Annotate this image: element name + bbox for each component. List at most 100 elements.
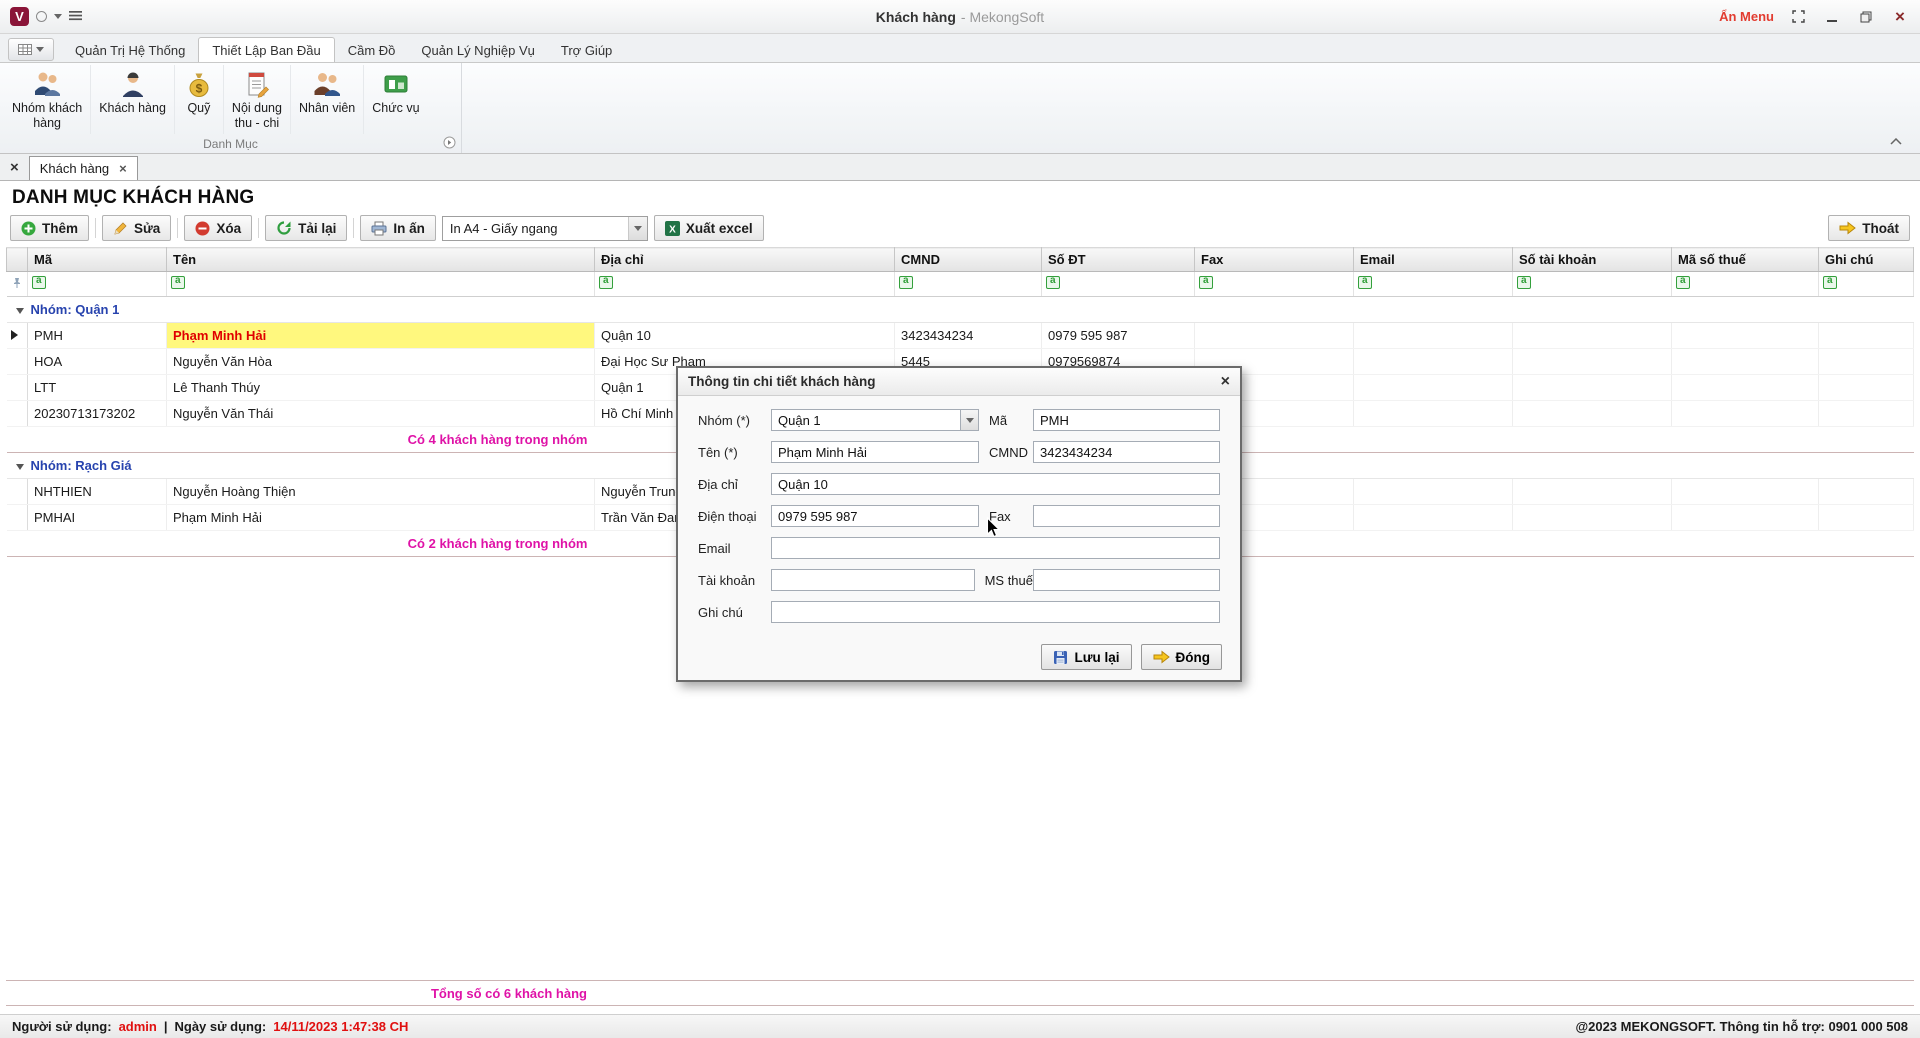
filter-cell-cmnd[interactable]	[895, 272, 1042, 297]
name-field[interactable]	[771, 441, 979, 463]
col-header-diachi[interactable]: Địa chỉ	[595, 248, 895, 272]
note-field[interactable]	[771, 601, 1220, 623]
filter-cell-fax[interactable]	[1195, 272, 1354, 297]
exit-button[interactable]: Thoát	[1828, 215, 1910, 241]
ribbon-item-nhan-vien[interactable]: Nhân viên	[291, 65, 364, 134]
ribbon-tab-cam-do[interactable]: Cầm Đồ	[335, 38, 409, 62]
cell-ten[interactable]: Lê Thanh Thúy	[167, 375, 595, 401]
cell-fax[interactable]	[1195, 323, 1354, 349]
cell-ghichu[interactable]	[1819, 349, 1914, 375]
cell-email[interactable]	[1354, 479, 1513, 505]
email-field[interactable]	[771, 537, 1220, 559]
col-header-email[interactable]: Email	[1354, 248, 1513, 272]
cell-cmnd[interactable]: 3423434234	[895, 323, 1042, 349]
group-dropdown[interactable]	[771, 409, 979, 431]
collapse-group-icon[interactable]	[16, 308, 24, 314]
cell-mst[interactable]	[1672, 505, 1819, 531]
cell-stk[interactable]	[1513, 375, 1672, 401]
dropdown-arrow-icon[interactable]	[960, 409, 979, 431]
address-field[interactable]	[771, 473, 1220, 495]
cmnd-field[interactable]	[1033, 441, 1220, 463]
filter-cell-diachi[interactable]	[595, 272, 895, 297]
cell-ma[interactable]: 20230713173202	[28, 401, 167, 427]
cell-ma[interactable]: PMH	[28, 323, 167, 349]
quick-access-caret-icon[interactable]	[54, 14, 62, 19]
filter-cell-mst[interactable]	[1672, 272, 1819, 297]
cell-mst[interactable]	[1672, 323, 1819, 349]
cell-ten[interactable]: Phạm Minh Hải	[167, 505, 595, 531]
add-button[interactable]: Thêm	[10, 215, 89, 241]
cell-mst[interactable]	[1672, 401, 1819, 427]
cell-ten[interactable]: Nguyễn Hoàng Thiện	[167, 479, 595, 505]
cell-ma[interactable]: LTT	[28, 375, 167, 401]
export-excel-button[interactable]: X Xuất excel	[654, 215, 764, 241]
group-dialog-launcher-icon[interactable]	[443, 136, 456, 152]
ribbon-item-chuc-vu[interactable]: Chức vụ	[364, 65, 427, 134]
ribbon-tab-thiet-lap-ban-dau[interactable]: Thiết Lập Ban Đầu	[198, 37, 334, 63]
fax-field[interactable]	[1033, 505, 1220, 527]
cell-stk[interactable]	[1513, 401, 1672, 427]
fullscreen-icon[interactable]	[1788, 8, 1808, 26]
ribbon-item-nhom-khach-hang[interactable]: Nhóm khách hàng	[4, 65, 91, 134]
customize-toolbar-icon[interactable]	[69, 9, 82, 24]
cell-ghichu[interactable]	[1819, 375, 1914, 401]
document-tab-khach-hang[interactable]: Khách hàng ×	[29, 156, 138, 180]
cell-ma[interactable]: HOA	[28, 349, 167, 375]
tab-close-icon[interactable]: ×	[119, 161, 127, 176]
cell-stk[interactable]	[1513, 505, 1672, 531]
save-button[interactable]: Lưu lại	[1041, 644, 1131, 670]
filter-cell-ghichu[interactable]	[1819, 272, 1914, 297]
cell-mst[interactable]	[1672, 349, 1819, 375]
group-dropdown-input[interactable]	[771, 409, 960, 431]
cell-ten[interactable]: Nguyễn Văn Hòa	[167, 349, 595, 375]
filter-cell-email[interactable]	[1354, 272, 1513, 297]
filter-cell-sodt[interactable]	[1042, 272, 1195, 297]
cell-ghichu[interactable]	[1819, 323, 1914, 349]
dialog-close-icon[interactable]: ×	[1221, 374, 1230, 390]
quick-access-icon[interactable]	[36, 11, 47, 22]
minimize-button[interactable]	[1822, 8, 1842, 26]
cell-email[interactable]	[1354, 323, 1513, 349]
collapse-group-icon[interactable]	[16, 464, 24, 470]
cell-sodt[interactable]: 0979 595 987	[1042, 323, 1195, 349]
phone-field[interactable]	[771, 505, 979, 527]
ribbon-tab-quan-ly-nghiep-vu[interactable]: Quản Lý Nghiệp Vụ	[408, 38, 547, 62]
cell-mst[interactable]	[1672, 375, 1819, 401]
col-header-mst[interactable]: Mã số thuế	[1672, 248, 1819, 272]
group-row-quan-1[interactable]: Nhóm: Quận 1	[7, 297, 1914, 323]
hide-menu-link[interactable]: Ẩn Menu	[1719, 9, 1774, 24]
cell-ghichu[interactable]	[1819, 401, 1914, 427]
col-header-stk[interactable]: Số tài khoản	[1513, 248, 1672, 272]
cell-email[interactable]	[1354, 401, 1513, 427]
filter-cell-ten[interactable]	[167, 272, 595, 297]
filter-cell-ma[interactable]	[28, 272, 167, 297]
cell-stk[interactable]	[1513, 479, 1672, 505]
col-header-ten[interactable]: Tên	[167, 248, 595, 272]
cell-mst[interactable]	[1672, 479, 1819, 505]
col-header-sodt[interactable]: Số ĐT	[1042, 248, 1195, 272]
ribbon-item-quy[interactable]: $ Quỹ	[175, 65, 224, 134]
app-logo-icon[interactable]: V	[10, 7, 29, 26]
col-header-ghichu[interactable]: Ghi chú	[1819, 248, 1914, 272]
delete-button[interactable]: Xóa	[184, 215, 252, 241]
cell-ten[interactable]: Nguyễn Văn Thái	[167, 401, 595, 427]
application-menu-button[interactable]	[8, 38, 54, 61]
cell-ghichu[interactable]	[1819, 479, 1914, 505]
restore-button[interactable]	[1856, 8, 1876, 26]
cell-stk[interactable]	[1513, 323, 1672, 349]
print-format-dropdown[interactable]: In A4 - Giấy ngang	[442, 216, 648, 241]
cell-email[interactable]	[1354, 349, 1513, 375]
cell-ghichu[interactable]	[1819, 505, 1914, 531]
col-header-cmnd[interactable]: CMND	[895, 248, 1042, 272]
col-header-ma[interactable]: Mã	[28, 248, 167, 272]
code-field[interactable]	[1033, 409, 1220, 431]
ribbon-item-khach-hang[interactable]: Khách hàng	[91, 65, 175, 134]
ribbon-item-noi-dung-thu-chi[interactable]: Nội dung thu - chi	[224, 65, 291, 134]
cell-stk[interactable]	[1513, 349, 1672, 375]
cell-ma[interactable]: PMHAI	[28, 505, 167, 531]
edit-button[interactable]: Sửa	[102, 215, 171, 241]
cell-diachi[interactable]: Quận 10	[595, 323, 895, 349]
close-dialog-button[interactable]: Đóng	[1141, 644, 1223, 670]
close-button[interactable]: ×	[1890, 8, 1910, 26]
reload-button[interactable]: Tải lại	[265, 215, 347, 241]
